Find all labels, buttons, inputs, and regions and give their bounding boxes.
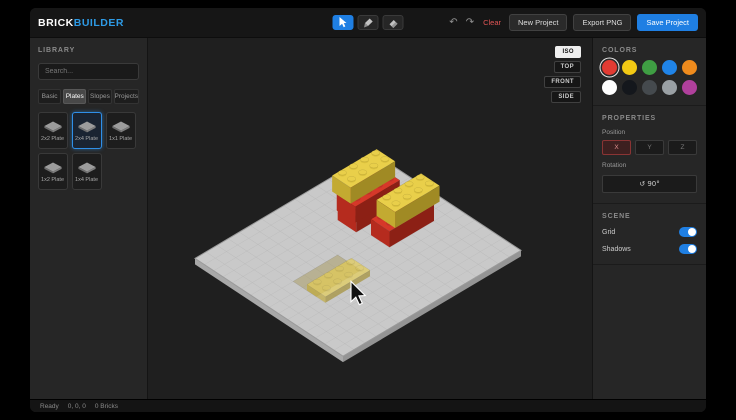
- color-swatch-orange[interactable]: [682, 60, 697, 75]
- properties-sidebar: COLORS PROPERTIES Position: [592, 38, 706, 399]
- shadows-label: Shadows: [602, 246, 631, 253]
- colors-section: COLORS: [593, 38, 706, 106]
- position-label: Position: [602, 129, 697, 136]
- tool-group: [333, 15, 404, 30]
- position-inputs: [602, 140, 697, 155]
- export-png-button[interactable]: Export PNG: [573, 14, 631, 31]
- main-area: LIBRARY Basic Plates Slopes Projects 2x2…: [30, 38, 706, 399]
- library-panel: LIBRARY Basic Plates Slopes Projects 2x2…: [30, 38, 148, 399]
- view-top-button[interactable]: TOP: [554, 61, 581, 73]
- scene-title: SCENE: [602, 213, 697, 220]
- plate-thumbnail-icon: [43, 161, 63, 174]
- select-tool-button[interactable]: [333, 15, 354, 30]
- status-brick-count: 0 Bricks: [95, 403, 118, 410]
- logo-builder-text: BUILDER: [74, 17, 124, 29]
- scene-section: SCENE Grid Shadows: [593, 204, 706, 265]
- save-project-button[interactable]: Save Project: [637, 14, 698, 31]
- plate-thumbnail-icon: [43, 120, 63, 133]
- rotation-label: Rotation: [602, 162, 697, 169]
- grid-toggle-row: Grid: [602, 227, 697, 237]
- color-swatch-gray[interactable]: [662, 80, 677, 95]
- library-tabs: Basic Plates Slopes Projects: [38, 89, 139, 104]
- brick-item-1x1-plate[interactable]: 1x1 Plate: [106, 112, 136, 149]
- status-bar: Ready 0, 0, 0 0 Bricks: [30, 399, 706, 412]
- view-side-button[interactable]: SIDE: [551, 91, 581, 103]
- brick-item-label: 2x2 Plate: [41, 136, 64, 142]
- status-coords: 0, 0, 0: [68, 403, 86, 410]
- brick-item-1x4-plate[interactable]: 1x4 Plate: [72, 153, 102, 190]
- topbar-actions: ↶ ↷ Clear New Project Export PNG Save Pr…: [448, 14, 698, 31]
- view-front-button[interactable]: FRONT: [544, 76, 581, 88]
- color-swatch-blue[interactable]: [662, 60, 677, 75]
- new-project-button[interactable]: New Project: [509, 14, 567, 31]
- status-state: Ready: [40, 403, 59, 410]
- tab-basic[interactable]: Basic: [38, 89, 61, 104]
- tab-slopes[interactable]: Slopes: [88, 89, 111, 104]
- cursor-icon: [339, 17, 348, 28]
- color-swatch-green[interactable]: [642, 60, 657, 75]
- color-swatch-red[interactable]: [602, 60, 617, 75]
- view-buttons: ISO TOP FRONT SIDE: [544, 46, 581, 103]
- view-iso-button[interactable]: ISO: [555, 46, 581, 58]
- search-input[interactable]: [38, 63, 139, 80]
- viewport-3d[interactable]: ISO TOP FRONT SIDE: [148, 38, 592, 399]
- grid-label: Grid: [602, 229, 615, 236]
- color-swatch-yellow[interactable]: [622, 60, 637, 75]
- library-title: LIBRARY: [38, 47, 139, 54]
- color-swatch-black[interactable]: [622, 80, 637, 95]
- colors-title: COLORS: [602, 47, 697, 54]
- position-z-input[interactable]: [668, 140, 697, 155]
- position-x-input[interactable]: [602, 140, 631, 155]
- scene-canvas: [148, 38, 592, 399]
- color-swatch-grid: [602, 60, 697, 95]
- app-logo: BRICKBUILDER: [38, 17, 124, 29]
- logo-brick-text: BRICK: [38, 17, 74, 29]
- shadows-toggle[interactable]: [679, 244, 697, 254]
- brick-item-label: 1x2 Plate: [41, 177, 64, 183]
- brick-item-label: 1x1 Plate: [109, 136, 132, 142]
- properties-title: PROPERTIES: [602, 115, 697, 122]
- shadows-toggle-row: Shadows: [602, 244, 697, 254]
- position-y-input[interactable]: [635, 140, 664, 155]
- properties-section: PROPERTIES Position Rotation ↺ 90°: [593, 106, 706, 204]
- topbar: BRICKBUILDER ↶ ↷ Clear New Project Expor…: [30, 8, 706, 38]
- brick-item-label: 2x4 Plate: [75, 136, 98, 142]
- color-swatch-magenta[interactable]: [682, 80, 697, 95]
- brick-item-label: 1x4 Plate: [75, 177, 98, 183]
- redo-button[interactable]: ↷: [465, 18, 475, 28]
- rotate-90-button[interactable]: ↺ 90°: [602, 175, 697, 193]
- app-window: BRICKBUILDER ↶ ↷ Clear New Project Expor…: [30, 8, 706, 412]
- plate-thumbnail-icon: [77, 161, 97, 174]
- paint-brush-icon: [363, 18, 373, 28]
- tab-projects[interactable]: Projects: [114, 89, 139, 104]
- plate-thumbnail-icon: [111, 120, 131, 133]
- color-swatch-white[interactable]: [602, 80, 617, 95]
- tab-plates[interactable]: Plates: [63, 89, 86, 104]
- brick-item-2x4-plate[interactable]: 2x4 Plate: [72, 112, 102, 149]
- color-swatch-dark-gray[interactable]: [642, 80, 657, 95]
- clear-button[interactable]: Clear: [483, 18, 501, 27]
- brick-item-2x2-plate[interactable]: 2x2 Plate: [38, 112, 68, 149]
- brick-item-1x2-plate[interactable]: 1x2 Plate: [38, 153, 68, 190]
- brick-library-grid: 2x2 Plate 2x4 Plate 1x1 Plate 1x2 Plate …: [38, 112, 139, 190]
- paint-tool-button[interactable]: [358, 15, 379, 30]
- grid-toggle[interactable]: [679, 227, 697, 237]
- erase-tool-button[interactable]: [383, 15, 404, 30]
- eraser-icon: [388, 18, 398, 28]
- plate-thumbnail-icon: [77, 120, 97, 133]
- undo-button[interactable]: ↶: [448, 18, 458, 28]
